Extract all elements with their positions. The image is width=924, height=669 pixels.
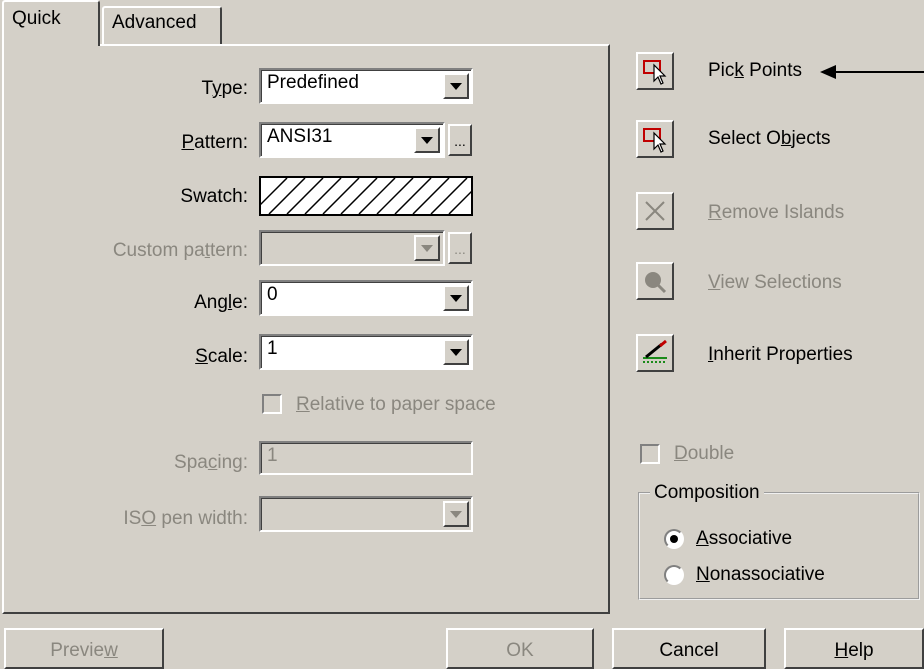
pick-points-button[interactable] — [636, 52, 674, 90]
type-dropdown-button[interactable] — [443, 73, 469, 99]
type-select-value: Predefined — [267, 72, 359, 93]
inherit-properties-button[interactable] — [636, 334, 674, 372]
view-selections-icon — [645, 272, 667, 294]
tab-advanced-label: Advanced — [112, 12, 197, 33]
angle-label: Angle: — [194, 292, 248, 313]
angle-select-value: 0 — [267, 284, 278, 305]
remove-islands-label: Remove Islands — [708, 202, 845, 223]
nonassociative-label: Nonassociative — [696, 564, 825, 585]
scale-select-value: 1 — [267, 338, 278, 359]
pattern-browse-button[interactable]: ... — [448, 124, 472, 156]
relative-to-paper-space-label: Relative to paper space — [296, 394, 496, 415]
preview-button[interactable]: Preview — [4, 628, 164, 669]
angle-dropdown-button[interactable] — [443, 285, 469, 311]
double-checkbox[interactable] — [640, 444, 660, 464]
spacing-label: Spacing: — [174, 452, 248, 473]
pick-points-icon — [643, 60, 667, 85]
help-button[interactable]: Help — [784, 628, 924, 669]
view-selections-label: View Selections — [708, 272, 842, 293]
view-selections-button[interactable] — [636, 262, 674, 300]
relative-to-paper-space-checkbox[interactable] — [262, 394, 282, 414]
remove-islands-icon — [645, 201, 665, 221]
spacing-input-value: 1 — [267, 445, 278, 466]
cancel-button[interactable]: Cancel — [612, 628, 766, 669]
select-objects-icon — [643, 128, 667, 153]
custom-pattern-dropdown-button[interactable] — [414, 235, 440, 261]
pattern-dropdown-button[interactable] — [414, 127, 440, 153]
ok-button[interactable]: OK — [446, 628, 594, 669]
type-select[interactable]: Predefined — [259, 68, 473, 104]
spacing-input[interactable]: 1 — [259, 441, 473, 475]
iso-pen-width-select[interactable] — [259, 496, 473, 532]
ansi31-hatch-icon — [261, 178, 471, 214]
annotation-arrow-icon — [820, 65, 924, 79]
pattern-select-value: ANSI31 — [267, 126, 333, 147]
type-label: Type: — [201, 78, 248, 99]
select-objects-button[interactable] — [636, 120, 674, 158]
tab-advanced[interactable]: Advanced — [102, 6, 222, 44]
pattern-label: Pattern: — [181, 132, 248, 153]
scale-select[interactable]: 1 — [259, 334, 473, 370]
custom-pattern-label: Custom pattern: — [112, 240, 248, 261]
scale-dropdown-button[interactable] — [443, 339, 469, 365]
double-label: Double — [674, 443, 735, 464]
angle-select[interactable]: 0 — [259, 280, 473, 316]
nonassociative-radio[interactable] — [664, 565, 684, 585]
pick-points-label: Pick Points — [708, 60, 802, 81]
custom-pattern-browse-button[interactable]: ... — [448, 232, 472, 264]
iso-pen-width-dropdown-button[interactable] — [443, 501, 469, 527]
inherit-properties-icon — [643, 339, 667, 363]
tab-quick[interactable]: Quick — [2, 0, 100, 46]
scale-label: Scale: — [195, 346, 248, 367]
inherit-properties-label: Inherit Properties — [708, 344, 853, 365]
select-objects-label: Select Objects — [708, 128, 831, 149]
tab-quick-label: Quick — [12, 8, 61, 29]
iso-pen-width-label: ISO pen width: — [123, 508, 248, 529]
swatch-label: Swatch: — [180, 186, 248, 207]
remove-islands-button[interactable] — [636, 192, 674, 230]
associative-radio[interactable] — [664, 529, 684, 549]
swatch-preview[interactable] — [259, 176, 473, 216]
associative-label: Associative — [696, 528, 793, 549]
composition-title: Composition — [650, 482, 764, 504]
